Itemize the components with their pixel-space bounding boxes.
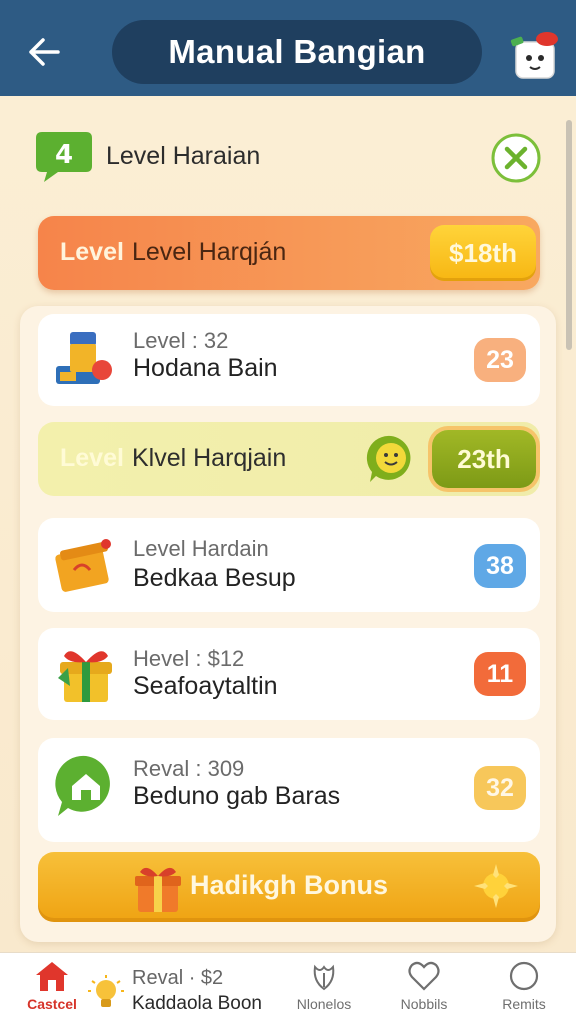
svg-text:4: 4 — [55, 140, 73, 170]
section-title: Level Haraian — [106, 142, 261, 170]
item-count-badge: 32 — [474, 766, 526, 810]
lightbulb-icon — [88, 975, 124, 1011]
close-button[interactable] — [490, 132, 542, 184]
highlight-prefix: Level — [60, 444, 124, 472]
tulip-icon — [313, 964, 335, 991]
nav-more[interactable]: Remits — [492, 959, 556, 1021]
gift-icon — [130, 860, 186, 916]
nav-favorites[interactable]: Nobbils — [392, 959, 456, 1021]
list-item[interactable]: Level Hardain Bedkaa Besup 38 — [38, 518, 540, 612]
highlight-label: Klvel Harqjain — [132, 444, 287, 472]
bonus-label: Hadikgh Bonus — [190, 870, 389, 900]
item-count-badge: 23 — [474, 338, 526, 382]
banner-prefix: Level — [60, 238, 124, 266]
nav-menu[interactable]: Nlonelos — [292, 959, 356, 1021]
page-title: Manual Bangian — [112, 20, 482, 84]
list-item[interactable]: Level : 32 Hodana Bain 23 — [38, 314, 540, 406]
bonus-button[interactable]: Hadikgh Bonus — [38, 852, 540, 922]
item-count-badge: 38 — [474, 544, 526, 588]
item-name: Beduno gab Baras — [133, 782, 341, 810]
bottom-navigation: Castcel Reval · $2 Kaddaola Boon Nlonelo… — [0, 952, 576, 1024]
treasure-box-icon — [50, 530, 124, 600]
nav-more-label: Remits — [502, 996, 546, 1012]
item-name: Bedkaa Besup — [133, 564, 296, 592]
scrollbar[interactable] — [566, 120, 572, 350]
highlighted-level-row[interactable]: Level Klvel Harqjain 23th — [38, 422, 540, 496]
item-count-badge: 11 — [474, 652, 526, 696]
list-item[interactable]: Reval : 309 Beduno gab Baras 32 — [38, 738, 540, 842]
building-blocks-icon — [50, 326, 124, 396]
mascot-avatar[interactable] — [508, 26, 564, 82]
nav-home-label: Castcel — [27, 996, 77, 1012]
nav-promo-main: Kaddaola Boon — [132, 993, 262, 1014]
list-item[interactable]: Hevel : $12 Seafoaytaltin 11 — [38, 628, 540, 720]
nav-menu-label: Nlonelos — [296, 996, 352, 1012]
item-name: Hodana Bain — [133, 354, 278, 382]
nav-promo[interactable]: Reval · $2 Kaddaola Boon — [88, 957, 288, 1019]
item-level: Reval : 309 — [133, 756, 245, 781]
item-level: Hevel : $12 — [133, 646, 245, 671]
sparkle-icon — [470, 862, 522, 914]
item-name: Seafoaytaltin — [133, 672, 278, 700]
highlight-price-button[interactable]: 23th — [432, 430, 536, 488]
item-level: Level : 32 — [133, 328, 229, 353]
nav-home[interactable]: Castcel — [20, 959, 84, 1021]
top-app-bar: Manual Bangian — [0, 0, 576, 96]
banner-price-button[interactable]: $18th — [430, 225, 536, 281]
gift-box-icon — [50, 638, 124, 708]
back-button[interactable] — [22, 30, 66, 74]
smiley-chat-icon — [364, 432, 418, 486]
item-level: Level Hardain — [133, 536, 269, 561]
nav-favorites-label: Nobbils — [400, 996, 448, 1012]
back-arrow-icon — [29, 38, 60, 66]
level-badge-icon: 4 — [34, 126, 94, 184]
banner-label: Level Harqján — [132, 238, 287, 266]
close-icon — [491, 133, 541, 183]
nav-promo-sub: Reval · $2 — [132, 967, 224, 989]
home-chat-icon — [50, 752, 124, 822]
level-banner[interactable]: Level Level Harqján $18th — [38, 216, 540, 290]
home-icon — [36, 962, 68, 991]
heart-icon — [408, 961, 440, 991]
circle-icon — [509, 961, 539, 991]
mascot-icon — [510, 32, 558, 79]
section-header: 4 Level Haraian — [34, 124, 544, 188]
